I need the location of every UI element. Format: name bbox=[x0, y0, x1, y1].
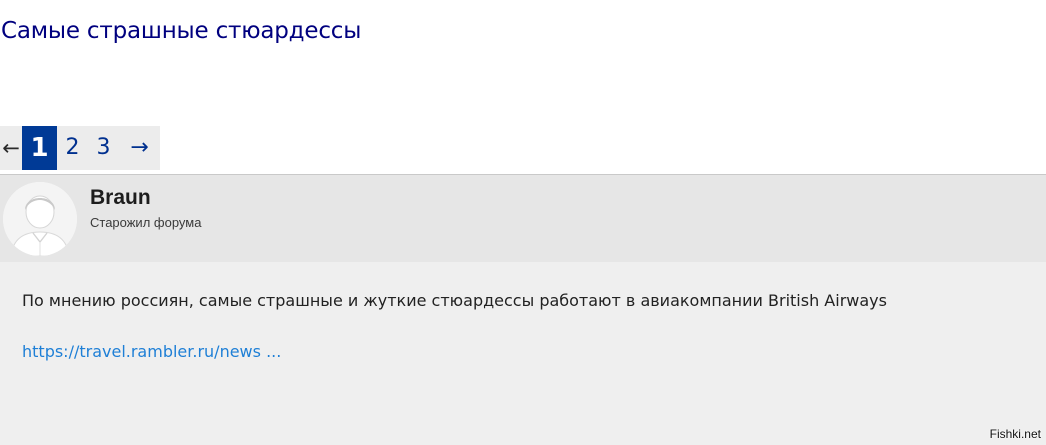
next-page-arrow[interactable]: → bbox=[119, 126, 160, 170]
post-body-text: По мнению россиян, самые страшные и жутк… bbox=[22, 291, 887, 310]
thread-title-link[interactable]: Самые страшные стюардессы bbox=[1, 18, 361, 44]
prev-page-arrow[interactable]: ← bbox=[0, 126, 22, 170]
post-source-link[interactable]: https://travel.rambler.ru/news ... bbox=[22, 342, 281, 361]
post-header: Braun Старожил форума bbox=[0, 175, 1046, 262]
page: Самые страшные стюардессы ← 1 2 3 → Brau… bbox=[0, 0, 1046, 445]
forum-post: Braun Старожил форума По мнению россиян,… bbox=[0, 174, 1046, 445]
author-rank: Старожил форума bbox=[90, 215, 202, 230]
watermark: Fishki.net bbox=[989, 427, 1041, 441]
page-link-3[interactable]: 3 bbox=[88, 126, 119, 170]
author-name-link[interactable]: Braun bbox=[90, 186, 151, 210]
pagination: ← 1 2 3 → bbox=[0, 126, 160, 170]
default-user-avatar-icon[interactable] bbox=[3, 182, 77, 256]
current-page: 1 bbox=[22, 126, 57, 170]
page-link-2[interactable]: 2 bbox=[57, 126, 88, 170]
